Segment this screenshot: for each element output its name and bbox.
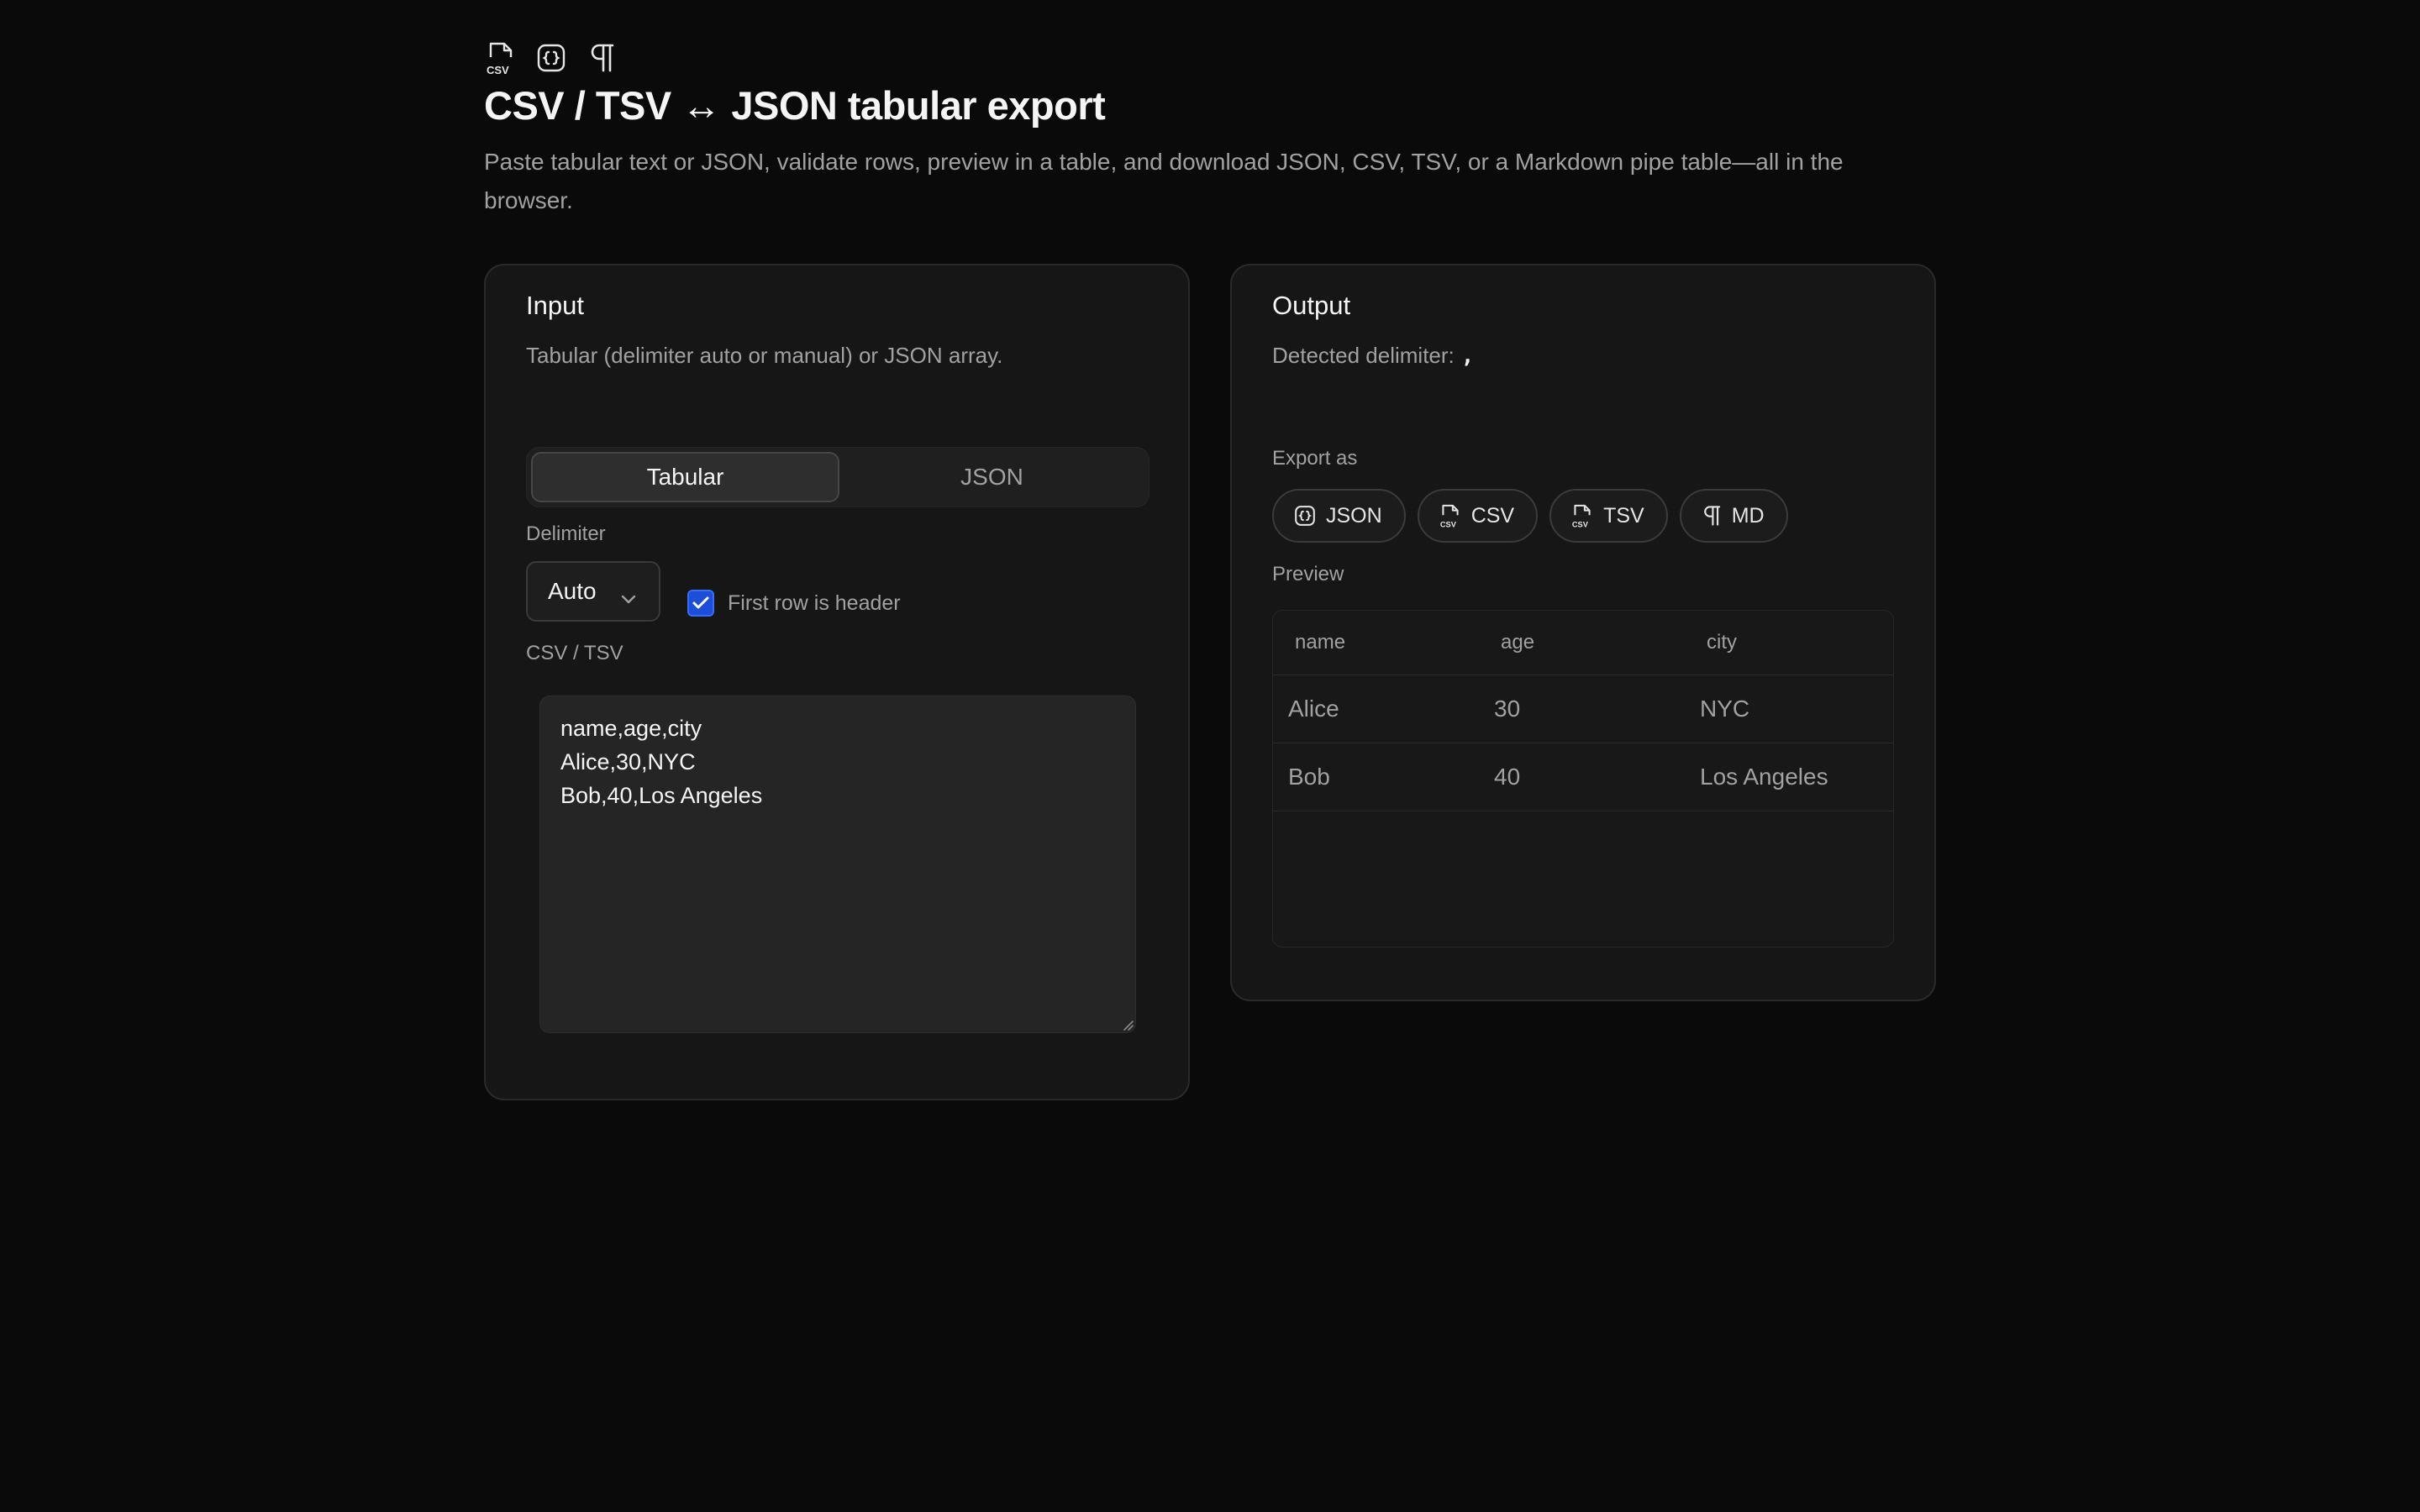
delimiter-select-value: Auto bbox=[548, 578, 597, 604]
header-icons: CSV bbox=[484, 39, 1845, 77]
delimiter-select[interactable]: Auto bbox=[526, 561, 660, 622]
header-checkbox-label: First row is header bbox=[728, 591, 901, 615]
tab-json[interactable]: JSON bbox=[839, 452, 1144, 502]
detected-delimiter-value: , bbox=[1460, 344, 1475, 369]
table-cell: 40 bbox=[1494, 764, 1521, 790]
textarea-label: CSV / TSV bbox=[526, 642, 623, 664]
csv-input-textarea[interactable]: name,age,city Alice,30,NYC Bob,40,Los An… bbox=[539, 696, 1136, 1033]
output-card-title: Output bbox=[1272, 291, 1351, 320]
table-header-row: name age city bbox=[1273, 611, 1893, 675]
table-row: Alice 30 NYC bbox=[1273, 675, 1893, 743]
input-card-description: Tabular (delimiter auto or manual) or JS… bbox=[526, 343, 1003, 368]
svg-text:CSV: CSV bbox=[487, 64, 509, 76]
page-title: CSV / TSV ↔ JSON tabular export bbox=[484, 83, 1106, 128]
export-csv-label: CSV bbox=[1470, 503, 1515, 528]
column-header: city bbox=[1707, 631, 1737, 654]
column-header: age bbox=[1501, 631, 1535, 654]
table-cell: NYC bbox=[1700, 696, 1750, 722]
export-buttons: JSON CSV CSV CSV TSV MD bbox=[1272, 489, 1788, 543]
header-checkbox-row: First row is header bbox=[687, 590, 901, 617]
csv-file-icon: CSV bbox=[1440, 504, 1459, 528]
detected-delimiter: Detected delimiter:, bbox=[1272, 343, 1474, 369]
svg-text:CSV: CSV bbox=[1572, 521, 1589, 528]
export-md-button[interactable]: MD bbox=[1679, 489, 1788, 543]
export-tsv-button[interactable]: CSV TSV bbox=[1549, 489, 1668, 543]
json-braces-icon bbox=[534, 39, 568, 76]
export-tsv-label: TSV bbox=[1603, 503, 1644, 528]
detected-delimiter-label: Detected delimiter: bbox=[1272, 343, 1455, 368]
preview-label: Preview bbox=[1272, 563, 1344, 585]
svg-text:CSV: CSV bbox=[1440, 521, 1457, 528]
output-card: Output Detected delimiter:, Export as JS… bbox=[1230, 264, 1936, 1001]
chevron-down-icon bbox=[620, 585, 637, 612]
export-label: Export as bbox=[1272, 447, 1358, 470]
header-checkbox[interactable] bbox=[687, 590, 714, 617]
export-json-button[interactable]: JSON bbox=[1272, 489, 1406, 543]
input-mode-toggle: Tabular JSON bbox=[526, 447, 1150, 507]
table-cell: Los Angeles bbox=[1700, 764, 1828, 790]
table-cell: Bob bbox=[1288, 764, 1330, 790]
input-card: Input Tabular (delimiter auto or manual)… bbox=[484, 264, 1190, 1100]
export-md-label: MD bbox=[1731, 503, 1765, 528]
csv-file-icon: CSV bbox=[1572, 504, 1591, 528]
export-csv-button[interactable]: CSV CSV bbox=[1417, 489, 1539, 543]
preview-table: name age city Alice 30 NYC Bob 40 Los An… bbox=[1272, 610, 1894, 948]
column-header: name bbox=[1295, 631, 1346, 654]
checkmark-icon bbox=[692, 596, 709, 609]
app-root: CSV CSV / TSV ↔ JSON tabular export Past… bbox=[0, 0, 2420, 1512]
page-header: CSV CSV / TSV ↔ JSON tabular export Past… bbox=[484, 39, 1845, 220]
page-subtitle: Paste tabular text or JSON, validate row… bbox=[484, 149, 1844, 213]
table-cell: 30 bbox=[1494, 696, 1521, 722]
table-cell: Alice bbox=[1288, 696, 1339, 722]
pilcrow-icon bbox=[1703, 506, 1720, 526]
csv-file-icon: CSV bbox=[484, 39, 518, 76]
input-card-title: Input bbox=[526, 291, 584, 320]
tab-tabular[interactable]: Tabular bbox=[531, 452, 839, 502]
resize-grip-icon[interactable] bbox=[1123, 1020, 1185, 1095]
delimiter-label: Delimiter bbox=[526, 522, 606, 545]
export-json-label: JSON bbox=[1326, 503, 1382, 528]
pilcrow-icon bbox=[585, 39, 618, 76]
json-braces-icon bbox=[1295, 506, 1315, 526]
table-row: Bob 40 Los Angeles bbox=[1273, 743, 1893, 811]
